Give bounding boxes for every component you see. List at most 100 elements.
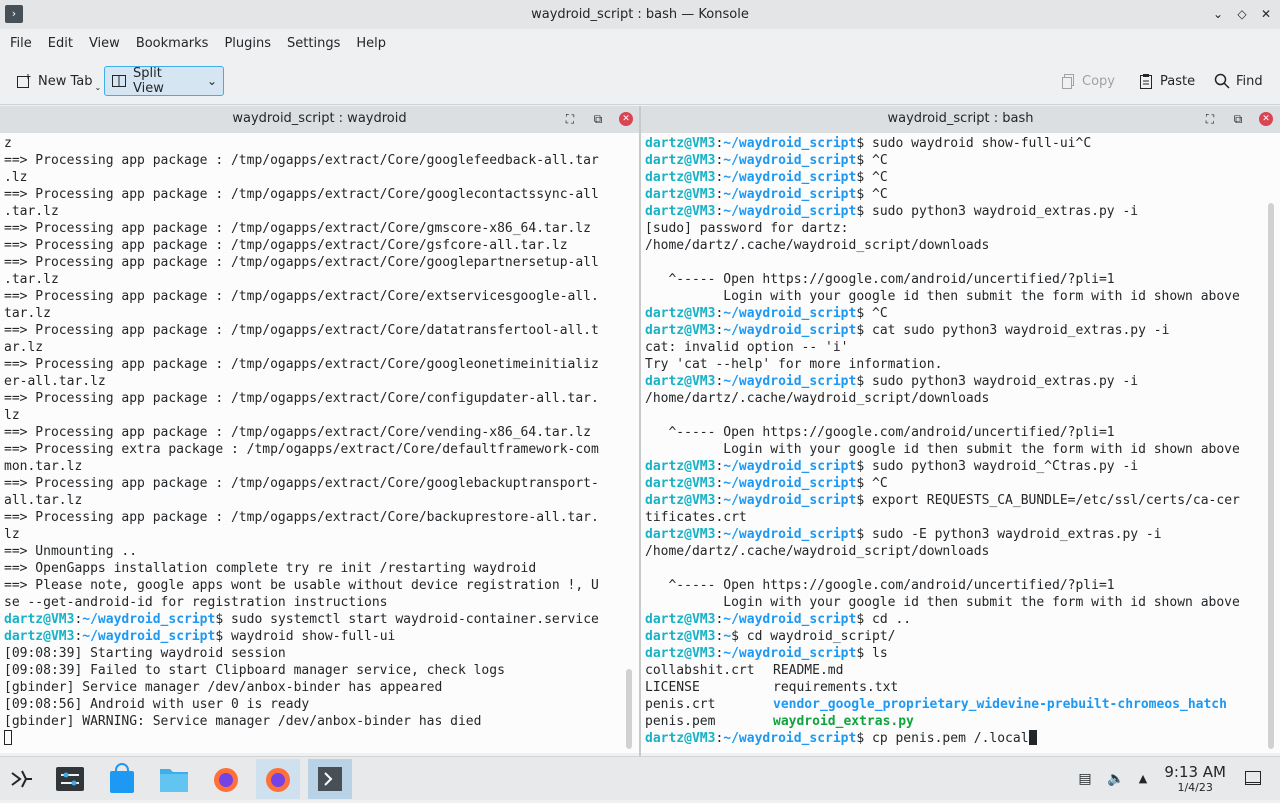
detach-pane-icon[interactable]: ⧉ [591,112,605,126]
output-text: ==> Processing app package : /tmp/ogapps… [4,391,599,406]
menu-settings[interactable]: Settings [279,29,348,59]
prompt-user: dartz@VM3 [645,323,716,338]
clock[interactable]: 9:13 AM 1/4/23 [1164,763,1226,794]
terminal-line: ==> OpenGapps installation complete try … [4,560,599,577]
paste-icon [1138,73,1154,89]
show-desktop-icon[interactable] [1244,769,1262,787]
menu-view[interactable]: View [81,29,128,59]
menu-plugins[interactable]: Plugins [216,29,279,59]
task-discover[interactable] [100,759,144,799]
paste-button[interactable]: Paste [1132,66,1201,96]
menu-help[interactable]: Help [348,29,394,59]
terminal-line: ==> Processing app package : /tmp/ogapps… [4,356,599,373]
prompt-user: dartz@VM3 [645,612,716,627]
command-text: $ waydroid show-full-ui [215,629,396,644]
maximize-icon[interactable]: ◇ [1234,6,1250,22]
prompt-user: dartz@VM3 [645,170,716,185]
left-scrollbar[interactable] [626,669,632,749]
output-text: ==> Processing app package : /tmp/ogapps… [4,221,591,236]
terminal-line: [gbinder] WARNING: Service manager /dev/… [4,713,599,730]
find-button[interactable]: Find [1208,66,1269,96]
terminal-line: dartz@VM3:~/waydroid_script$ ^C [645,475,1240,492]
terminal-line: collabshit.crt README.md [645,662,1240,679]
terminal-line: .tar.lz [4,203,599,220]
title-bar[interactable]: › waydroid_script : bash — Konsole ⌄ ◇ ✕ [0,0,1280,29]
output-text: ==> Processing app package : /tmp/ogapps… [4,476,599,491]
terminal-line: ar.lz [4,339,599,356]
firefox-icon [266,768,290,792]
terminal-line: ==> Processing app package : /tmp/ogapps… [4,288,599,305]
output-text: Login with your google id then submit th… [645,442,1240,457]
ls-entry: README.md [773,663,844,678]
split-view-button[interactable]: Split View ⌄ [104,66,224,96]
prompt-user: dartz@VM3 [645,187,716,202]
split-view-label: Split View [133,66,164,96]
task-firefox-open[interactable] [256,759,300,799]
ls-entry: penis.crt [645,697,716,712]
task-firefox[interactable] [204,759,248,799]
prompt-path: ~/waydroid_script [723,476,857,491]
terminal-line: ==> Processing app package : /tmp/ogapps… [4,390,599,407]
terminal-line: ==> Processing extra package : /tmp/ogap… [4,441,599,458]
menu-edit[interactable]: Edit [40,29,81,59]
left-terminal[interactable]: z ==> Processing app package : /tmp/ogapp… [0,133,639,753]
ls-entry: LICENSE [645,680,700,695]
output-text: ==> Processing app package : /tmp/ogapps… [4,289,599,304]
output-text: ==> Processing app package : /tmp/ogapps… [4,187,599,202]
output-text: /home/dartz/.cache/waydroid_script/downl… [645,391,990,406]
terminal-line: /home/dartz/.cache/waydroid_script/downl… [645,543,1240,560]
menu-bookmarks[interactable]: Bookmarks [128,29,217,59]
expand-tray-icon[interactable]: ▲ [1135,771,1151,787]
terminal-line: ==> Processing app package : /tmp/ogapps… [4,509,599,526]
paste-label: Paste [1160,73,1196,89]
left-pane-header[interactable]: waydroid_script : waydroid ⛶ ⧉ ✕ [0,106,639,133]
maximize-pane-icon[interactable]: ⛶ [563,112,577,126]
copy-button[interactable]: Copy [1054,66,1121,96]
right-scrollbar[interactable] [1268,203,1274,749]
output-text: Login with your google id then submit th… [645,289,1240,304]
new-tab-label: New Tab [38,73,93,89]
close-pane-icon[interactable]: ✕ [1259,112,1273,126]
right-terminal[interactable]: dartz@VM3:~/waydroid_script$ sudo waydro… [641,133,1280,753]
menu-file[interactable]: File [2,29,40,59]
maximize-pane-icon[interactable]: ⛶ [1203,112,1217,126]
clipboard-icon[interactable]: ▤ [1077,771,1093,787]
task-konsole[interactable] [308,759,352,799]
terminal-line: /home/dartz/.cache/waydroid_script/downl… [645,237,1240,254]
output-text: er-all.tar.lz [4,374,106,389]
terminal-line: penis.crt vendor_google_proprietary_widev… [645,696,1240,713]
terminal-line: cat: invalid option -- 'i' [645,339,1240,356]
detach-pane-icon[interactable]: ⧉ [1231,112,1245,126]
terminal-line: dartz@VM3:~/waydroid_script$ waydroid sh… [4,628,599,645]
prompt-path: ~/waydroid_script [82,629,216,644]
clock-date: 1/4/23 [1177,781,1213,794]
close-pane-icon[interactable]: ✕ [619,112,633,126]
prompt-user: dartz@VM3 [645,476,716,491]
prompt-path: ~/waydroid_script [723,731,857,746]
task-system-settings[interactable] [48,759,92,799]
output-text: ==> Please note, google apps wont be usa… [4,578,599,593]
terminal-line: /home/dartz/.cache/waydroid_script/downl… [645,390,1240,407]
launcher-icon [11,770,32,788]
task-file-manager[interactable] [152,759,196,799]
close-icon[interactable]: ✕ [1258,6,1274,22]
clock-time: 9:13 AM [1164,763,1226,781]
output-text: Try 'cat --help' for more information. [645,357,943,372]
command-text: $ sudo python3 waydroid_^Ctras.py -i [856,459,1139,474]
output-text: .tar.lz [4,272,59,287]
prompt-user: dartz@VM3 [645,136,716,151]
command-text: $ sudo waydroid show-full-ui^C [856,136,1092,151]
prompt-user: dartz@VM3 [645,731,716,746]
ls-entry: requirements.txt [773,680,899,695]
minimize-icon[interactable]: ⌄ [1210,6,1226,22]
command-text: $ sudo systemctl start waydroid-containe… [215,612,599,627]
right-pane-header[interactable]: waydroid_script : bash ⛶ ⧉ ✕ [641,106,1280,133]
terminal-line: [09:08:39] Starting waydroid session [4,645,599,662]
new-tab-button[interactable]: New Tab ⌄ [10,66,107,96]
search-icon [1214,73,1230,89]
prompt-path: ~/waydroid_script [723,187,857,202]
volume-icon[interactable]: 🔈 [1107,771,1124,787]
application-launcher[interactable] [0,759,44,799]
command-text: $ ls [856,646,888,661]
